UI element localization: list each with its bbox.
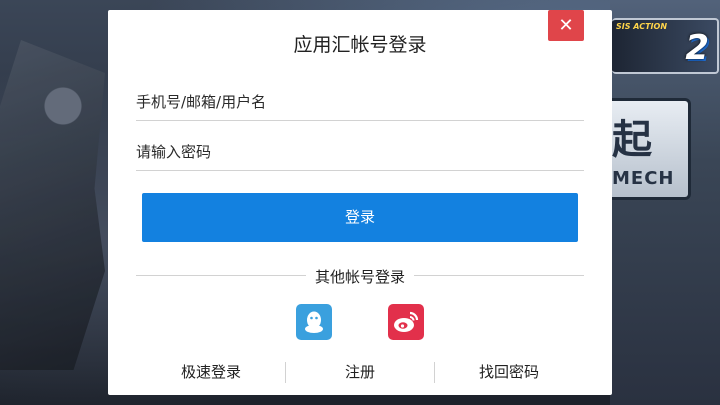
qq-login-button[interactable] <box>296 304 332 340</box>
game-badge: 起 MECH <box>612 98 691 200</box>
game-badge-text: 起 <box>612 117 652 163</box>
other-login-label: 其他帐号登录 <box>308 268 411 286</box>
password-input[interactable] <box>136 134 584 170</box>
robot-artwork <box>0 40 105 370</box>
qq-icon <box>305 311 323 333</box>
weibo-icon <box>394 311 419 332</box>
login-dialog: ✕ 应用汇帐号登录 登录 其他帐号登录 极速登录 注册 找回密码 <box>108 10 612 395</box>
game-logo: SIS ACTION 2 <box>612 18 719 74</box>
username-field[interactable] <box>136 84 584 121</box>
other-login-heading: 其他帐号登录 <box>108 266 612 287</box>
game-badge-sub: MECH <box>612 168 675 189</box>
game-logo-number: 2 <box>685 28 709 68</box>
find-password-link[interactable]: 找回密码 <box>435 361 583 382</box>
password-field[interactable] <box>136 134 584 171</box>
login-button[interactable]: 登录 <box>142 193 578 242</box>
weibo-login-button[interactable] <box>388 304 424 340</box>
register-link[interactable]: 注册 <box>286 361 434 382</box>
game-logo-tag: SIS ACTION <box>616 22 668 31</box>
username-input[interactable] <box>136 84 584 120</box>
dialog-title: 应用汇帐号登录 <box>293 34 427 56</box>
quick-login-link[interactable]: 极速登录 <box>137 361 285 382</box>
